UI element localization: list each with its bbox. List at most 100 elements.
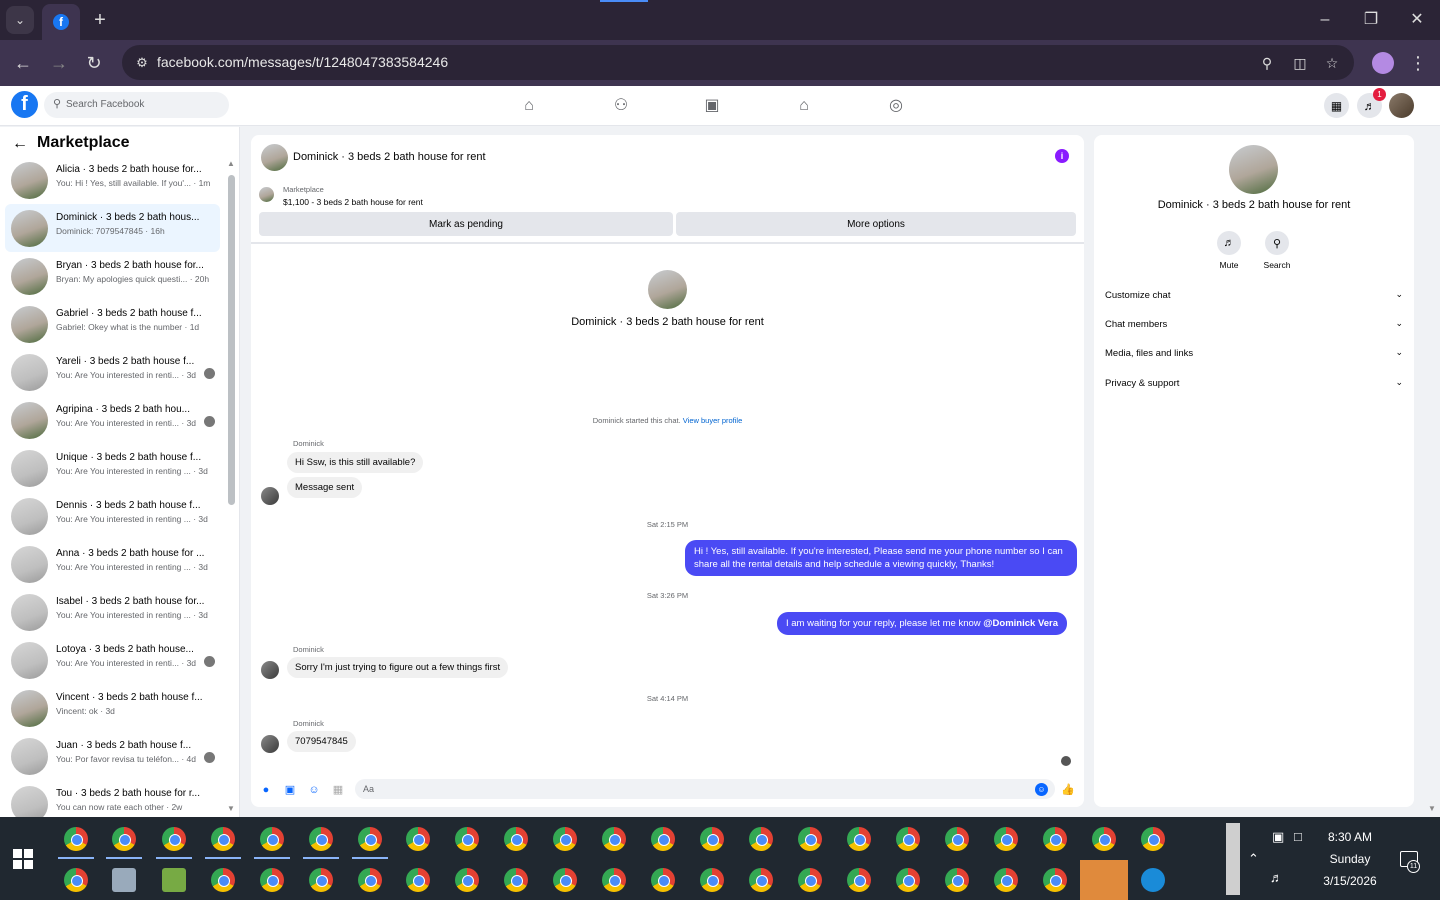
- listing-thumbnail[interactable]: [259, 187, 274, 202]
- sender-avatar[interactable]: [261, 487, 279, 505]
- menu-grid-icon[interactable]: ▦: [1324, 93, 1349, 118]
- friends-icon[interactable]: ⚇: [611, 96, 631, 116]
- emoji-icon[interactable]: ☺: [1035, 783, 1048, 796]
- site-settings-icon[interactable]: ⚙: [132, 53, 152, 73]
- taskbar-chrome-window-icon[interactable]: [162, 827, 186, 851]
- chat-header-title[interactable]: Dominick · 3 beds 2 bath house for rent: [293, 151, 486, 163]
- conversation-item[interactable]: Anna · 3 beds 2 bath house for ... You: A…: [5, 540, 220, 588]
- network-icon[interactable]: □: [1294, 829, 1302, 844]
- taskbar-chrome-window-icon[interactable]: [1043, 868, 1067, 892]
- taskbar-chrome-window-icon[interactable]: [1092, 827, 1116, 851]
- thumbs-up-icon[interactable]: 👍: [1061, 783, 1075, 797]
- sidebar-scrollbar[interactable]: [228, 175, 235, 505]
- taskbar-chrome-window-icon[interactable]: [798, 868, 822, 892]
- taskbar-chrome-window-icon[interactable]: [896, 827, 920, 851]
- chat-members-row[interactable]: Chat members ⌄: [1105, 318, 1403, 330]
- taskbar-chrome-window-icon[interactable]: [112, 827, 136, 851]
- close-window-icon[interactable]: ✕: [1405, 8, 1429, 32]
- show-hidden-icons-chevron-icon[interactable]: ⌃: [1248, 851, 1259, 867]
- zoom-icon[interactable]: ⚲: [1256, 52, 1278, 74]
- media-files-links-row[interactable]: Media, files and links ⌄: [1105, 347, 1403, 359]
- gaming-icon[interactable]: ◎: [886, 96, 906, 116]
- scroll-up-arrow-icon[interactable]: ▲: [227, 159, 235, 168]
- customize-chat-row[interactable]: Customize chat ⌄: [1105, 289, 1403, 301]
- sender-avatar[interactable]: [261, 735, 279, 753]
- taskbar-chrome-window-icon[interactable]: [406, 827, 430, 851]
- photo-icon[interactable]: ▣: [283, 783, 297, 797]
- taskbar-chrome-window-icon[interactable]: [455, 827, 479, 851]
- incoming-message[interactable]: Sorry I'm just trying to figure out a fe…: [287, 657, 509, 678]
- taskbar-chrome-window-icon[interactable]: [945, 868, 969, 892]
- taskbar-app-icon[interactable]: [1141, 868, 1165, 892]
- taskbar-chrome-window-icon[interactable]: [64, 827, 88, 851]
- taskbar-chrome-window-icon[interactable]: [602, 827, 626, 851]
- taskbar-chrome-window-icon[interactable]: [651, 868, 675, 892]
- taskbar-chrome-window-icon[interactable]: [260, 868, 284, 892]
- scroll-down-arrow-icon[interactable]: ▼: [227, 804, 235, 813]
- new-tab-plus-icon[interactable]: +: [90, 8, 110, 32]
- conversation-item[interactable]: Lotoya · 3 beds 2 bath house... You: Are …: [5, 636, 220, 684]
- taskbar-chrome-window-icon[interactable]: [602, 868, 626, 892]
- windows-start-icon[interactable]: [13, 849, 33, 869]
- minimize-icon[interactable]: –: [1313, 8, 1337, 32]
- back-arrow-icon[interactable]: ←: [10, 50, 36, 76]
- taskbar-app-icon[interactable]: [112, 868, 136, 892]
- privacy-support-row[interactable]: Privacy & support ⌄: [1105, 377, 1403, 389]
- camera-icon[interactable]: ▣: [1272, 829, 1284, 845]
- taskbar-chrome-window-icon[interactable]: [358, 827, 382, 851]
- incoming-message[interactable]: Message sent: [287, 477, 363, 498]
- listing-price-title[interactable]: $1,100 - 3 beds 2 bath house for rent: [283, 197, 423, 207]
- conversation-item[interactable]: Unique · 3 beds 2 bath house f... You: Ar…: [5, 444, 220, 492]
- volume-icon[interactable]: ♬: [1270, 870, 1283, 885]
- mute-button[interactable]: ♬ Mute: [1204, 231, 1254, 270]
- taskbar-chrome-window-icon[interactable]: [309, 868, 333, 892]
- clock-date[interactable]: 3/15/2026: [1314, 874, 1386, 888]
- taskbar-chrome-window-icon[interactable]: [651, 827, 675, 851]
- conversation-item[interactable]: Gabriel · 3 beds 2 bath house f... Gabrie…: [5, 300, 220, 348]
- taskbar-chrome-window-icon[interactable]: [553, 868, 577, 892]
- outgoing-message[interactable]: Hi ! Yes, still available. If you're int…: [685, 540, 1077, 576]
- taskbar-chrome-window-icon[interactable]: [553, 827, 577, 851]
- sender-avatar[interactable]: [261, 661, 279, 679]
- taskbar-chrome-window-icon[interactable]: [749, 868, 773, 892]
- taskbar-chrome-window-icon[interactable]: [896, 868, 920, 892]
- taskbar-chrome-window-icon[interactable]: [994, 868, 1018, 892]
- taskbar-chrome-window-icon[interactable]: [406, 868, 430, 892]
- browser-tab-facebook[interactable]: f: [42, 4, 80, 40]
- address-bar-url[interactable]: facebook.com/messages/t/1248047383584246: [157, 54, 448, 70]
- clock-time[interactable]: 8:30 AM: [1318, 830, 1382, 844]
- account-avatar[interactable]: [1389, 93, 1414, 118]
- clock-day[interactable]: Sunday: [1318, 852, 1382, 866]
- watch-icon[interactable]: ▣: [702, 96, 722, 116]
- taskbar-chrome-window-icon[interactable]: [847, 868, 871, 892]
- gif-icon[interactable]: ▦: [331, 783, 345, 797]
- taskbar-app-icon[interactable]: [162, 868, 186, 892]
- browser-menu-icon[interactable]: ⋮: [1408, 50, 1428, 76]
- taskbar-chrome-window-icon[interactable]: [847, 827, 871, 851]
- conversation-item[interactable]: Bryan · 3 beds 2 bath house for... Bryan:…: [5, 252, 220, 300]
- taskbar-chrome-window-icon[interactable]: [455, 868, 479, 892]
- taskbar-chrome-window-icon[interactable]: [504, 827, 528, 851]
- view-buyer-profile-link[interactable]: View buyer profile: [683, 416, 742, 425]
- message-input[interactable]: Aa: [355, 779, 1055, 799]
- bookmark-star-icon[interactable]: ☆: [1321, 52, 1343, 74]
- restore-icon[interactable]: ❐: [1359, 8, 1383, 32]
- tab-search-chevron-icon[interactable]: ⌄: [6, 6, 34, 34]
- taskbar-chrome-window-icon[interactable]: [1043, 827, 1067, 851]
- incoming-message[interactable]: Hi Ssw, is this still available?: [287, 452, 424, 473]
- home-icon[interactable]: ⌂: [519, 96, 539, 116]
- mark-as-pending-button[interactable]: Mark as pending: [259, 212, 673, 236]
- conversation-item[interactable]: Alicia · 3 beds 2 bath house for... You: …: [5, 156, 220, 204]
- more-options-button[interactable]: More options: [676, 212, 1076, 236]
- back-arrow-icon[interactable]: ←: [12, 135, 28, 153]
- info-icon[interactable]: i: [1055, 149, 1069, 163]
- taskbar-chrome-window-icon[interactable]: [211, 827, 235, 851]
- taskbar-chrome-window-icon[interactable]: [994, 827, 1018, 851]
- conversation-item[interactable]: Dominick · 3 beds 2 bath hous... Dominick…: [5, 204, 220, 252]
- taskbar-chrome-window-icon[interactable]: [1141, 827, 1165, 851]
- microphone-icon[interactable]: ●: [259, 783, 273, 797]
- mention-tag[interactable]: @Dominick Vera: [983, 618, 1058, 629]
- search-button[interactable]: ⚲ Search: [1252, 231, 1302, 270]
- taskbar-chrome-window-icon[interactable]: [700, 827, 724, 851]
- facebook-logo-icon[interactable]: f: [11, 91, 38, 118]
